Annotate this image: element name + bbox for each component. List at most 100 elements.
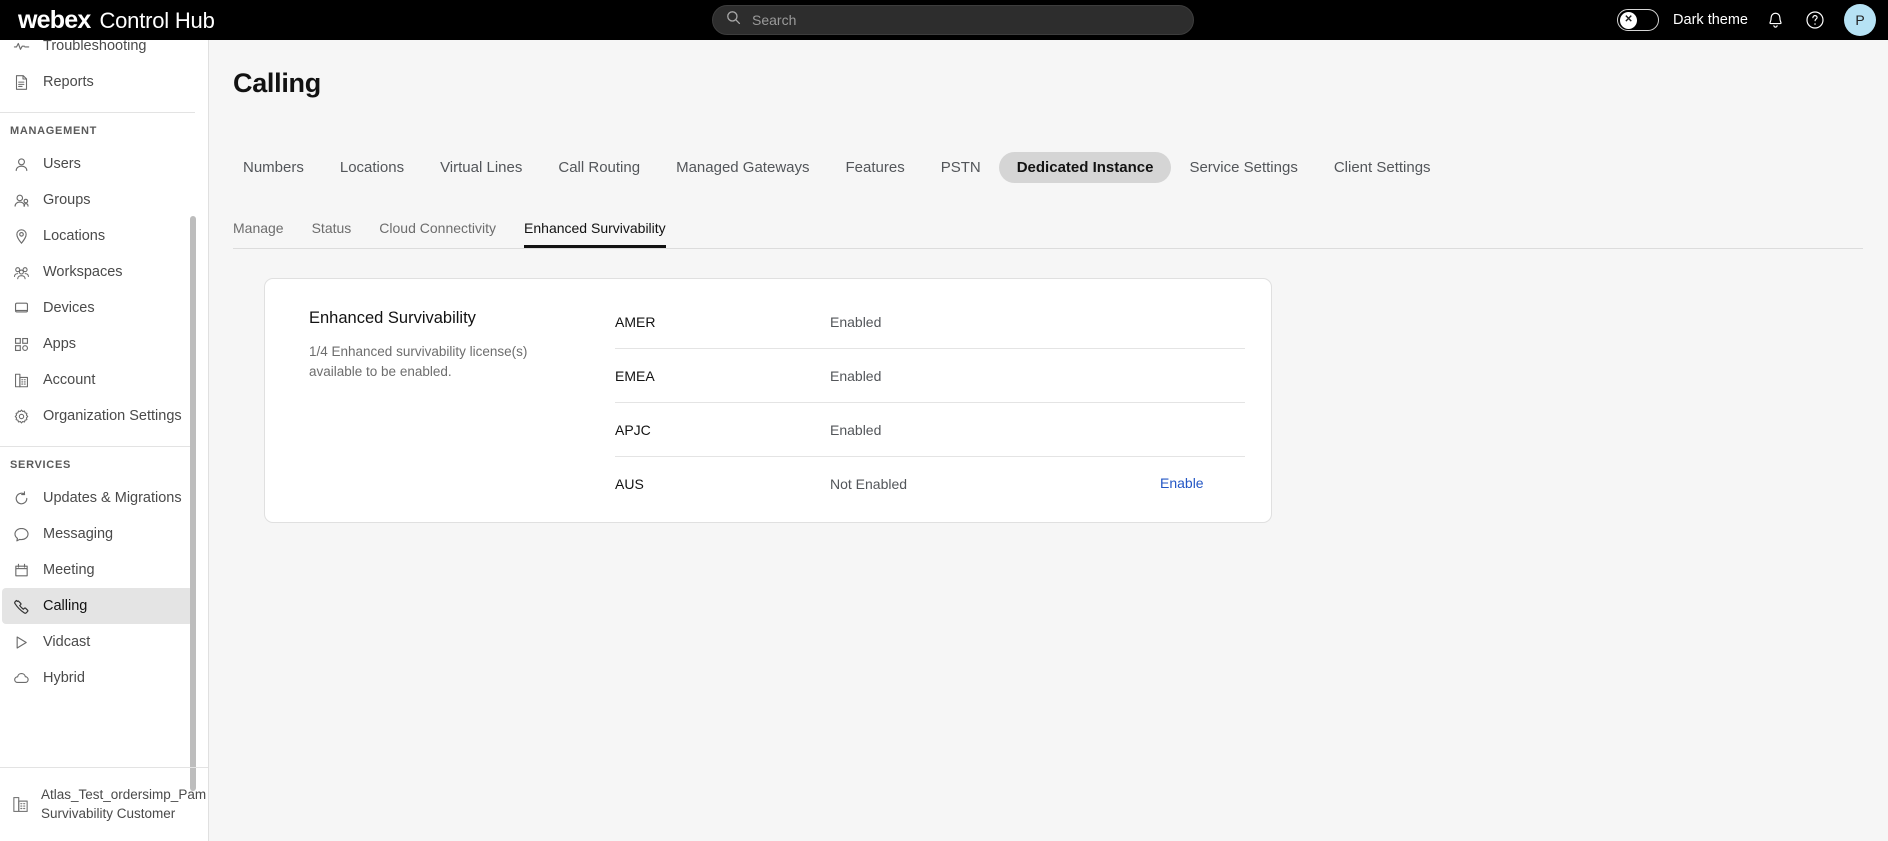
sidebar-item-vidcast[interactable]: Vidcast [2,624,193,660]
global-search[interactable] [712,5,1194,35]
subtab-manage[interactable]: Manage [233,220,284,248]
building-icon [10,795,30,815]
table-row: EMEA Enabled [615,349,1245,403]
sidebar-item-label: Vidcast [43,634,91,650]
tab-pstn[interactable]: PSTN [923,152,999,183]
sidebar-item-label: Meeting [43,562,95,578]
map-pin-icon [12,227,30,245]
play-triangle-icon [12,633,30,651]
sidebar-item-calling[interactable]: Calling [2,588,193,624]
subtab-status[interactable]: Status [312,220,352,248]
workspaces-icon [12,263,30,281]
sidebar-item-reports[interactable]: Reports [2,64,193,100]
row-action: Enable [1160,475,1245,493]
device-icon [12,299,30,317]
sidebar-item-locations[interactable]: Locations [2,218,193,254]
sidebar-item-troubleshooting[interactable]: Troubleshooting [2,40,193,64]
search-input[interactable] [752,12,1193,28]
sidebar-item-organization-settings[interactable]: Organization Settings [2,398,193,434]
region-name: AMER [615,313,656,330]
webex-wordmark: webex [18,5,91,34]
cloud-icon [12,669,30,687]
apps-grid-icon [12,335,30,353]
top-header-bar: webex Control Hub ✕ Dark theme [0,0,1888,40]
sidebar-item-account[interactable]: Account [2,362,193,398]
dark-theme-label: Dark theme [1673,12,1748,28]
sidebar: Troubleshooting Reports MANAGEMENT Users [0,40,209,841]
sidebar-item-apps[interactable]: Apps [2,326,193,362]
sidebar-item-label: Troubleshooting [43,40,147,54]
sidebar-item-label: Account [43,372,96,388]
sidebar-divider-1 [0,112,195,113]
status-text: Enabled [830,421,882,438]
chat-bubble-icon [12,525,30,543]
user-icon [12,155,30,173]
tab-managed-gateways[interactable]: Managed Gateways [658,152,827,183]
tab-virtual-lines[interactable]: Virtual Lines [422,152,540,183]
status-text: Not Enabled [830,476,908,492]
sidebar-item-messaging[interactable]: Messaging [2,516,193,552]
bell-icon[interactable] [1762,7,1788,33]
tab-dedicated-instance[interactable]: Dedicated Instance [998,152,1172,183]
organization-footer[interactable]: Atlas_Test_ordersimp_Pam Survivability C… [0,767,208,841]
sidebar-item-label: Apps [43,336,77,352]
tab-client-settings[interactable]: Client Settings [1316,152,1449,183]
phone-handset-icon [12,597,30,615]
avatar[interactable]: P [1844,4,1876,36]
sidebar-item-label: Messaging [43,526,114,542]
card-description: 1/4 Enhanced survivability license(s) av… [309,344,528,379]
pulse-icon [12,40,30,55]
tab-features[interactable]: Features [828,152,923,183]
subtab-cloud-connectivity[interactable]: Cloud Connectivity [379,220,496,248]
sidebar-section-services-heading: SERVICES [10,459,72,471]
status-text: Enabled [830,367,882,384]
report-document-icon [12,73,30,91]
organization-name-line1: Atlas_Test_ordersimp_Pam [41,787,207,803]
region-name: AUS [615,476,644,492]
table-row: AUS Not Enabled Enable [615,457,1245,511]
enhanced-survivability-card: Enhanced Survivability 1/4 Enhanced surv… [264,278,1272,523]
tab-call-routing[interactable]: Call Routing [540,152,658,183]
subtab-enhanced-survivability[interactable]: Enhanced Survivability [524,220,666,248]
header-actions: ✕ Dark theme P [1617,0,1876,40]
sidebar-item-label: Locations [43,228,106,244]
sidebar-item-label: Devices [43,300,95,316]
regions-table: AMER Enabled EMEA Enabled APJC Enabled A… [615,295,1245,511]
refresh-icon [12,489,30,507]
page-title: Calling [233,68,321,98]
secondary-tab-bar: Manage Status Cloud Connectivity Enhance… [233,220,1863,249]
search-box[interactable] [712,5,1194,35]
region-name: APJC [615,421,651,438]
sidebar-item-label: Calling [43,598,88,614]
sidebar-scrollbar-thumb[interactable] [190,216,196,791]
search-icon [726,10,741,30]
toggle-knob-close-icon: ✕ [1620,11,1638,29]
primary-tab-bar: Numbers Locations Virtual Lines Call Rou… [225,152,1449,183]
calendar-icon [12,561,30,579]
tab-locations[interactable]: Locations [322,152,422,183]
sidebar-item-hybrid[interactable]: Hybrid [2,660,193,696]
table-row: APJC Enabled [615,403,1245,457]
enable-link[interactable]: Enable [1160,475,1204,491]
brand-logo[interactable]: webex Control Hub [18,6,215,35]
sidebar-item-label: Groups [43,192,91,208]
region-name: EMEA [615,367,655,384]
product-name: Control Hub [99,7,215,33]
sidebar-item-users[interactable]: Users [2,146,193,182]
sidebar-item-label: Organization Settings [43,408,182,424]
sidebar-item-devices[interactable]: Devices [2,290,193,326]
sidebar-item-updates-migrations[interactable]: Updates & Migrations [2,480,193,516]
question-circle-icon[interactable] [1802,7,1828,33]
card-header-block: Enhanced Survivability 1/4 Enhanced surv… [309,309,559,381]
dark-theme-toggle[interactable]: ✕ [1617,9,1660,31]
sidebar-item-label: Reports [43,74,94,90]
organization-name-line2: Survivability Customer [41,805,176,821]
tab-numbers[interactable]: Numbers [225,152,322,183]
sidebar-item-groups[interactable]: Groups [2,182,193,218]
sidebar-item-meeting[interactable]: Meeting [2,552,193,588]
sidebar-section-management-heading: MANAGEMENT [10,125,98,137]
sidebar-divider-2 [0,446,195,447]
tab-service-settings[interactable]: Service Settings [1171,152,1315,183]
sidebar-item-workspaces[interactable]: Workspaces [2,254,193,290]
organization-name: Atlas_Test_ordersimp_Pam Survivability C… [41,786,206,822]
